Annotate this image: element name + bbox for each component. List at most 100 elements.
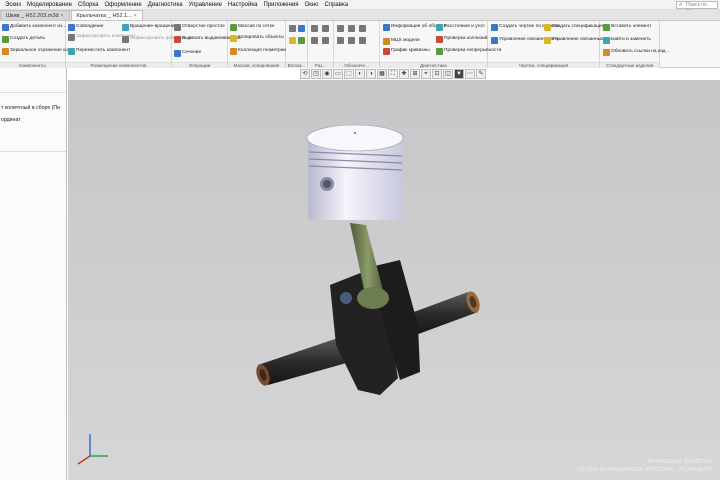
mcc-label: МЦХ модели	[391, 38, 420, 43]
radius-dimension-button[interactable]	[311, 37, 318, 44]
view-button-10[interactable]: ✚	[399, 69, 409, 79]
point-icon	[289, 37, 296, 44]
curvature-graph-button[interactable]: График кривизны	[383, 48, 430, 55]
search-icon: ⌕	[679, 2, 683, 8]
view-button-4[interactable]: ▭	[333, 69, 343, 79]
view-button-1[interactable]: ⟲	[300, 69, 310, 79]
refresh-links-button[interactable]: Обновить ссылки на изд...	[603, 49, 669, 56]
distance-icon	[436, 24, 443, 31]
view-button-7[interactable]: ◑	[366, 69, 376, 79]
view-button-14[interactable]: ◫	[443, 69, 453, 79]
crankshaft-left-shaft	[256, 338, 350, 386]
move-component-button[interactable]: Переместить компонент	[68, 48, 130, 55]
mirror-component-button[interactable]: Зеркальное отражение ко...	[2, 48, 72, 55]
fix-icon	[122, 36, 129, 43]
distance-angle-button[interactable]: Расстояние и угол	[436, 24, 485, 31]
menu-settings[interactable]: Настройка	[225, 0, 261, 10]
ribbon-toolbar: Добавить компонент из... Создать деталь …	[0, 21, 720, 68]
coincidence-label: Совпадение	[76, 24, 104, 29]
coordinate-system-icon	[298, 37, 305, 44]
piston-crank-model[interactable]	[68, 80, 720, 480]
menu-modeling[interactable]: Моделирование	[24, 0, 75, 10]
roughness-button[interactable]	[337, 25, 344, 32]
mcc-button[interactable]: МЦХ модели	[383, 38, 420, 45]
group-label: Чертеж, спецификация	[488, 62, 599, 68]
add-component-icon	[2, 24, 9, 31]
coincidence-button[interactable]: Совпадение	[68, 24, 103, 31]
linear-dimension-button[interactable]	[311, 25, 318, 32]
insert-icon	[603, 24, 610, 31]
tree-item-origin[interactable]: ординат	[1, 117, 21, 123]
tree-item-assembly[interactable]: т количтный в сборе (Пи	[1, 105, 60, 111]
section-button[interactable]: Сечение	[174, 50, 201, 57]
aux-plane-button[interactable]	[298, 25, 305, 32]
leader-button[interactable]	[337, 37, 344, 44]
view-button-11[interactable]: ⊞	[410, 69, 420, 79]
array-grid-button[interactable]: Массив по сетке	[230, 24, 275, 31]
array-grid-label: Массив по сетке	[238, 24, 275, 29]
hole-button[interactable]: Отверстие простое	[174, 24, 225, 31]
copy-objects-button[interactable]: Копировать объекты	[230, 35, 284, 42]
find-replace-button[interactable]: Найти и заменить	[603, 37, 651, 44]
group-label: Стандартные изделия	[600, 62, 659, 68]
dimension-icon	[311, 25, 318, 32]
mark-button[interactable]	[359, 37, 366, 44]
menu-formatting[interactable]: Оформление	[102, 0, 145, 10]
view-button-5[interactable]: ⬚	[344, 69, 354, 79]
copy-label: Копировать объекты	[238, 35, 284, 40]
tolerance-button[interactable]	[359, 25, 366, 32]
extrude-icon	[174, 36, 181, 43]
add-component-button[interactable]: Добавить компонент из...	[2, 24, 66, 31]
rotate-button[interactable]: Вращение-вращение	[122, 24, 177, 31]
view-button-9[interactable]: ⛶	[388, 69, 398, 79]
find-replace-icon	[603, 37, 610, 44]
view-button-13[interactable]: ⊡	[432, 69, 442, 79]
diameter-dimension-button[interactable]	[322, 37, 329, 44]
menu-applications[interactable]: Приложения	[260, 0, 301, 10]
search-input[interactable]: ⌕ Поиск по ко...	[676, 1, 718, 14]
grid-icon	[230, 24, 237, 31]
section-icon	[174, 50, 181, 57]
view-button-12[interactable]: ⌖	[421, 69, 431, 79]
insert-element-button[interactable]: Вставить элемент	[603, 24, 651, 31]
radius-icon	[311, 37, 318, 44]
close-icon[interactable]: ×	[134, 11, 137, 21]
menu-diagnostics[interactable]: Диагностика	[145, 0, 186, 10]
rotate-icon	[122, 24, 129, 31]
piston	[306, 124, 404, 220]
group-dimensions: Раз...	[308, 21, 334, 68]
tab-krylchatka[interactable]: Крыльчатка _ Н52.1... ×	[70, 10, 143, 21]
group-array: Массив по сетке Копировать объекты Колле…	[228, 21, 286, 68]
view-button-8[interactable]: ▦	[377, 69, 387, 79]
tab-label: Шкив _ Н52.203.m3d	[6, 12, 59, 19]
menu-management[interactable]: Управление	[186, 0, 225, 10]
menu-assembly[interactable]: Сборка	[75, 0, 102, 10]
3d-viewport[interactable]: Активация Windows Чтобы активировать Win…	[68, 80, 720, 480]
tab-shkiv[interactable]: Шкив _ Н52.203.m3d ×	[0, 10, 70, 20]
view-button-16[interactable]: ⋯	[465, 69, 475, 79]
view-button-15[interactable]: ▼	[454, 69, 464, 79]
aux-csys-button[interactable]	[298, 37, 305, 44]
view-button-3[interactable]: ◉	[322, 69, 332, 79]
collection-button[interactable]: Коллекция геометрии	[230, 48, 286, 55]
aux-point-button[interactable]	[289, 37, 296, 44]
text-button[interactable]	[348, 37, 355, 44]
collision-check-button[interactable]: Проверка коллизий	[436, 36, 487, 43]
menu-help[interactable]: Справка	[322, 0, 352, 10]
mark-icon	[359, 37, 366, 44]
hole-label: Отверстие простое	[182, 24, 225, 29]
view-button-17[interactable]: ✎	[476, 69, 486, 79]
menu-sketch[interactable]: Эскиз	[2, 0, 24, 10]
aux-axis-button[interactable]	[289, 25, 296, 32]
close-icon[interactable]: ×	[61, 11, 64, 21]
view-button-6[interactable]: ◐	[355, 69, 365, 79]
create-part-button[interactable]: Создать деталь	[2, 36, 45, 43]
menu-window[interactable]: Окно	[302, 0, 322, 10]
text-icon	[348, 37, 355, 44]
angle-dimension-button[interactable]	[322, 25, 329, 32]
base-button[interactable]	[348, 25, 355, 32]
x-axis	[77, 455, 91, 465]
view-button-2[interactable]: ◳	[311, 69, 321, 79]
move-label: Переместить компонент	[76, 48, 131, 53]
group-auxiliary: Вспом...	[286, 21, 308, 68]
